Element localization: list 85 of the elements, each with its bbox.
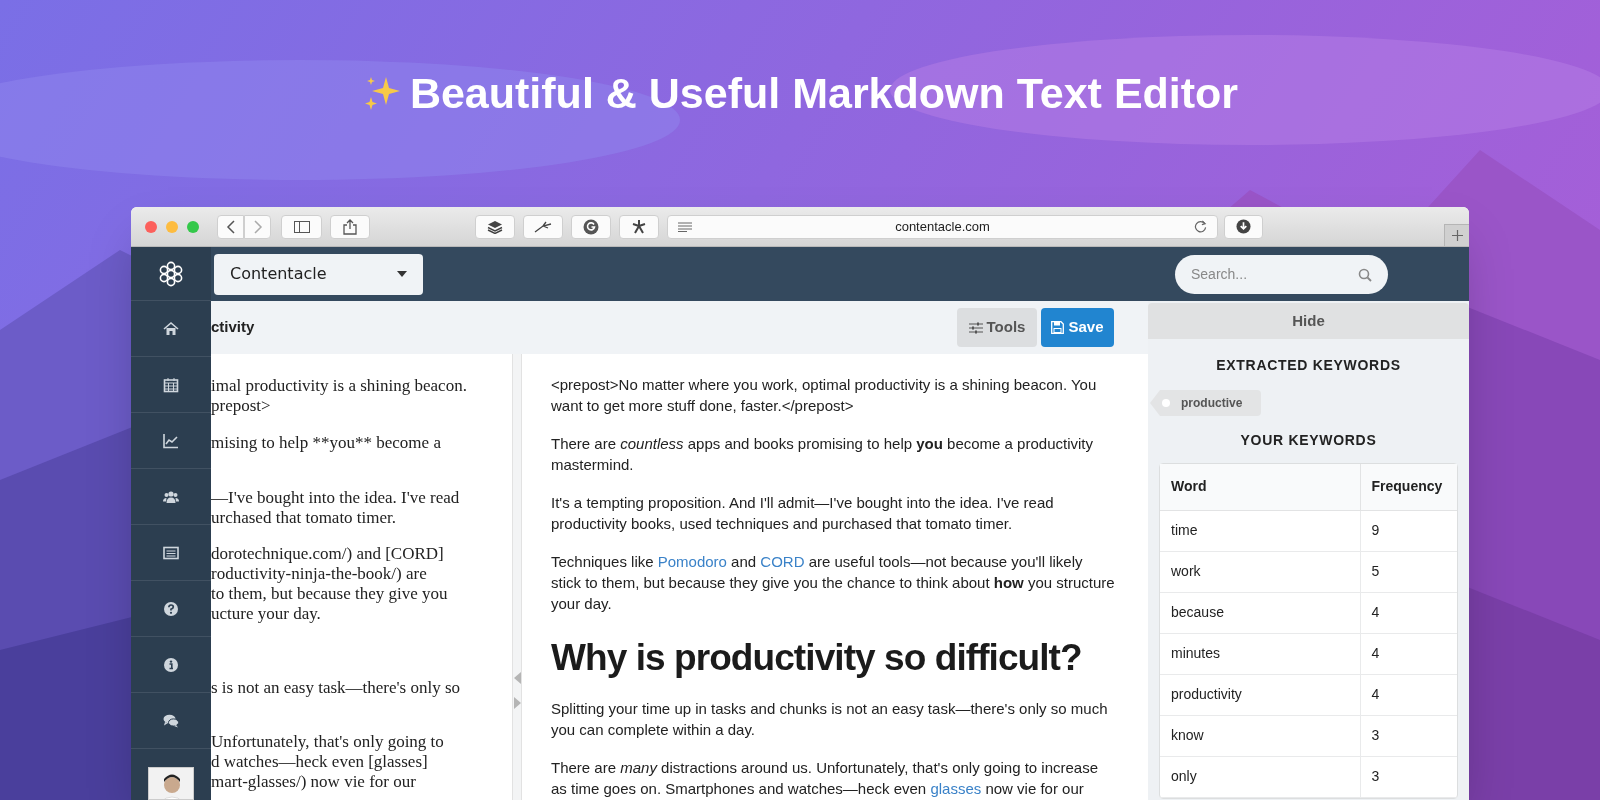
- source-line: roductivity-ninja-the-book/) are: [211, 564, 427, 584]
- table-cell: 3: [1360, 756, 1457, 797]
- line-chart-icon[interactable]: [163, 432, 179, 449]
- table-cell: 4: [1360, 592, 1457, 633]
- reload-icon[interactable]: [1194, 220, 1207, 233]
- table-cell: because: [1160, 592, 1360, 633]
- link[interactable]: glasses: [930, 780, 982, 797]
- table-cell: 4: [1360, 633, 1457, 674]
- chevron-right-icon: [252, 219, 263, 234]
- source-line: urchased that tomato timer.: [211, 508, 397, 528]
- list-icon[interactable]: [163, 544, 179, 561]
- table-cell: 3: [1360, 715, 1457, 756]
- source-line: ucture your day.: [211, 604, 321, 624]
- hide-button[interactable]: Hide: [1148, 303, 1469, 339]
- table-cell: 4: [1360, 674, 1457, 715]
- home-icon[interactable]: [163, 320, 179, 337]
- logo-icon[interactable]: [158, 260, 184, 287]
- link[interactable]: Pomodoro: [657, 553, 727, 570]
- chevron-left-icon: [225, 219, 236, 234]
- grammar-button[interactable]: [571, 214, 611, 239]
- pen-button[interactable]: [523, 214, 563, 239]
- table-cell: work: [1160, 551, 1360, 592]
- download-icon: [1236, 219, 1251, 234]
- search-field[interactable]: Search...: [1175, 254, 1388, 294]
- source-line: Unfortunately, that's only going to: [211, 732, 444, 752]
- paragraph: Splitting your time up in tasks and chunks is not an easy task—there's only so much you can complete within a day.: [551, 699, 1109, 740]
- column-header: Frequency: [1360, 464, 1457, 510]
- source-line: d watches—heck even [glasses]: [211, 752, 428, 772]
- sliders-icon: [968, 321, 983, 334]
- source-line: s is not an easy task—there's only so: [211, 678, 461, 698]
- plus-icon: [1451, 230, 1463, 241]
- workspace-dropdown[interactable]: Contentacle: [214, 253, 423, 295]
- pen-icon: [534, 220, 552, 233]
- download-button[interactable]: [1224, 214, 1263, 239]
- back-button[interactable]: [217, 214, 244, 239]
- section-title: YOUR KEYWORDS: [1239, 431, 1378, 450]
- users-icon[interactable]: [163, 488, 179, 505]
- source-line: dorotechnique.com/) and [CORD]: [211, 544, 444, 564]
- table-cell: 9: [1360, 510, 1457, 551]
- section-title: EXTRACTED KEYWORDS: [1215, 356, 1402, 375]
- table-cell: productivity: [1160, 674, 1360, 715]
- reader-icon[interactable]: [678, 221, 692, 232]
- paragraph: There are countless apps and books promising to help you become a productivity mastermind.: [551, 434, 1094, 475]
- layers-button[interactable]: [475, 214, 515, 239]
- address-bar[interactable]: contentacle.com: [667, 214, 1218, 239]
- source-line: —I've bought into the idea. I've read: [211, 488, 460, 508]
- paragraph: There are many distractions around us. Unfortunately, that's only going to increase as time goes on. Smartphones and watches—heck even glasses now vie for our: [551, 758, 1100, 799]
- calendar-icon[interactable]: [163, 376, 179, 393]
- source-line: to them, but because they give you: [211, 584, 448, 604]
- table-cell: time: [1160, 510, 1360, 551]
- asterisk-icon: [631, 218, 647, 235]
- table-cell: know: [1160, 715, 1360, 756]
- column-header: Word: [1160, 464, 1360, 510]
- keyword-tag[interactable]: productive: [1150, 390, 1262, 416]
- table-cell: 5: [1360, 551, 1457, 592]
- table-cell: minutes: [1160, 633, 1360, 674]
- paragraph: <prepost>No matter where you work, optimal productivity is a shining beacon. You want to get more stuff done, faster.</prepost>: [551, 375, 1098, 416]
- source-line: mising to help **you** become a: [211, 433, 441, 453]
- document-title: ctivity: [211, 317, 255, 338]
- layers-icon: [487, 219, 503, 234]
- share-button[interactable]: [330, 214, 370, 239]
- sidebar-icon: [293, 220, 310, 233]
- g-circle-icon: [583, 218, 599, 235]
- table-cell: only: [1160, 756, 1360, 797]
- new-tab-button[interactable]: [1444, 224, 1469, 246]
- headline: Beautiful & Useful Markdown Text Editor: [409, 68, 1239, 118]
- save-button[interactable]: Save: [1041, 308, 1114, 347]
- heading: Why is productivity so difficult?: [551, 636, 1083, 680]
- link[interactable]: CORD: [760, 553, 805, 570]
- url-text: contentacle.com: [895, 217, 990, 236]
- search-icon: [1358, 267, 1372, 282]
- paragraph: Techniques like Pomodoro and CORD are useful tools—not because you'll likely stick to them, but because they give you the chance to think about how you structure your day.: [551, 552, 1116, 614]
- source-line: prepost>: [211, 396, 271, 416]
- source-line: mart-glasses/) now vie for our: [211, 772, 416, 792]
- share-icon: [343, 218, 357, 235]
- source-line: imal productivity is a shining beacon.: [211, 376, 467, 396]
- tools-button[interactable]: Tools: [957, 308, 1037, 347]
- chat-icon[interactable]: [163, 712, 179, 729]
- help-icon[interactable]: [163, 600, 179, 617]
- sidebar-button[interactable]: [281, 214, 322, 239]
- asterisk-button[interactable]: [619, 214, 659, 239]
- avatar[interactable]: [148, 767, 194, 800]
- caret-icon: [397, 271, 407, 277]
- info-icon[interactable]: [163, 656, 179, 673]
- paragraph: It's a tempting proposition. And I'll admit—I've bought into the idea. I've read productivity books, used techniques and purchased that tomato timer.: [551, 493, 1055, 534]
